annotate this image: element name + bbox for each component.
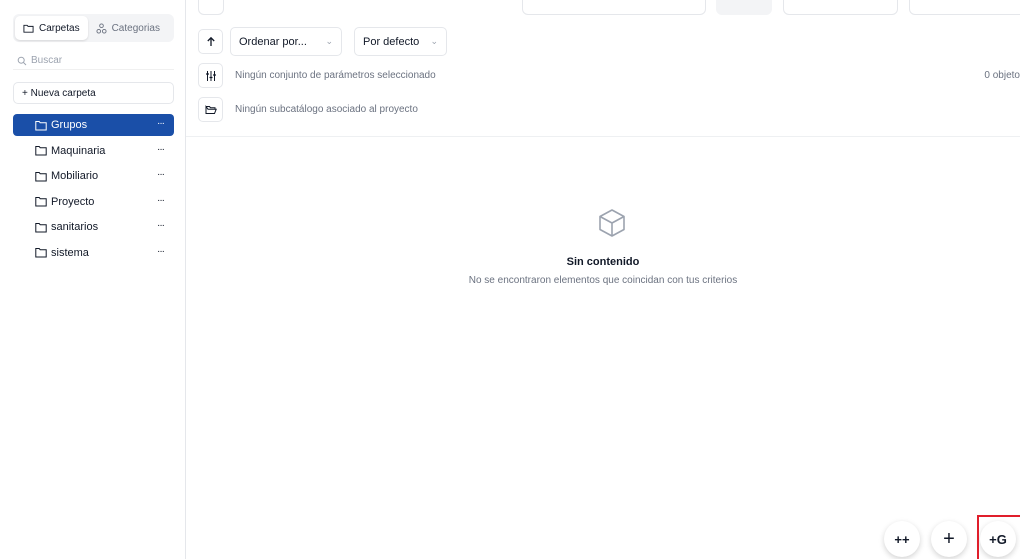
view-switcher: Carpetas Categorias — [13, 14, 174, 42]
more-icon[interactable]: ··· — [157, 169, 165, 180]
folder-list: Grupos ··· Maquinaria ··· Mobiliario ···… — [13, 114, 174, 267]
folder-item-mobiliario[interactable]: Mobiliario ··· — [13, 165, 174, 187]
folder-label: Grupos — [51, 119, 88, 131]
folder-icon — [35, 222, 47, 233]
categories-icon — [96, 22, 107, 34]
tab-carpetas-label: Carpetas — [39, 22, 80, 34]
more-icon[interactable]: ··· — [157, 246, 165, 257]
chevron-down-icon: ⌄ — [430, 36, 438, 46]
folder-label: sistema — [51, 246, 89, 259]
new-folder-label: + Nueva carpeta — [22, 87, 96, 99]
add-multiple-button[interactable]: ++ — [884, 521, 920, 557]
tab-categorias[interactable]: Categorias — [88, 16, 168, 40]
top-control[interactable] — [198, 0, 224, 15]
top-control[interactable] — [716, 0, 772, 15]
main-panel: Ordenar por... ⌄ Por defecto ⌄ Ningún co… — [186, 0, 1020, 559]
folder-item-proyecto[interactable]: Proyecto ··· — [13, 191, 174, 213]
folder-item-sistema[interactable]: sistema ··· — [13, 242, 174, 264]
folder-label: Mobiliario — [51, 170, 99, 182]
folder-label: sanitarios — [51, 221, 99, 233]
parameters-button[interactable] — [198, 63, 223, 88]
parameters-status: Ningún conjunto de parámetros selecciona… — [235, 70, 436, 81]
sort-by-value: Ordenar por... — [239, 35, 307, 48]
more-icon[interactable]: ··· — [157, 144, 165, 155]
subcatalog-status: Ningún subcatálogo asociado al proyecto — [235, 104, 418, 115]
sort-by-select[interactable]: Ordenar por... ⌄ — [230, 27, 342, 56]
divider — [186, 136, 1020, 137]
tab-categorias-label: Categorias — [111, 22, 160, 34]
search-input[interactable]: Buscar — [13, 52, 174, 70]
object-count: 0 objeto — [984, 70, 1020, 81]
search-placeholder: Buscar — [31, 55, 63, 66]
folder-label: Proyecto — [51, 195, 95, 208]
sidebar: Carpetas Categorias Buscar + Nueva carpe… — [0, 0, 186, 559]
more-icon[interactable]: ··· — [157, 195, 165, 206]
more-icon[interactable]: ··· — [157, 118, 165, 129]
order-value: Por defecto — [363, 35, 420, 48]
folder-icon — [35, 145, 47, 156]
folder-icon — [35, 120, 47, 131]
folder-item-sanitarios[interactable]: sanitarios ··· — [13, 216, 174, 238]
folder-icon — [35, 247, 47, 258]
chevron-down-icon: ⌄ — [325, 36, 333, 46]
folder-item-grupos[interactable]: Grupos ··· — [13, 114, 174, 136]
sliders-icon — [205, 70, 216, 81]
subcatalog-button[interactable] — [198, 97, 223, 122]
top-control[interactable] — [909, 0, 1020, 15]
folder-item-maquinaria[interactable]: Maquinaria ··· — [13, 140, 174, 162]
order-select[interactable]: Por defecto ⌄ — [354, 27, 447, 56]
top-control[interactable] — [783, 0, 898, 15]
folder-icon — [35, 196, 47, 207]
folder-open-icon — [205, 104, 217, 114]
top-control[interactable] — [522, 0, 706, 15]
add-button[interactable]: + — [931, 521, 967, 557]
more-icon[interactable]: ··· — [157, 220, 165, 231]
new-folder-button[interactable]: + Nueva carpeta — [13, 82, 174, 104]
sort-direction-button[interactable] — [198, 29, 223, 54]
empty-state-subtitle: No se encontraron elementos que coincida… — [468, 275, 738, 286]
tab-carpetas[interactable]: Carpetas — [15, 16, 88, 40]
empty-state-title: Sin contenido — [566, 256, 640, 268]
arrow-up-icon — [206, 36, 215, 46]
highlight-box — [977, 515, 1020, 559]
box-icon — [599, 209, 625, 237]
search-icon — [17, 56, 27, 65]
folder-icon — [35, 171, 47, 182]
folder-icon — [23, 24, 34, 33]
folder-label: Maquinaria — [51, 144, 106, 157]
